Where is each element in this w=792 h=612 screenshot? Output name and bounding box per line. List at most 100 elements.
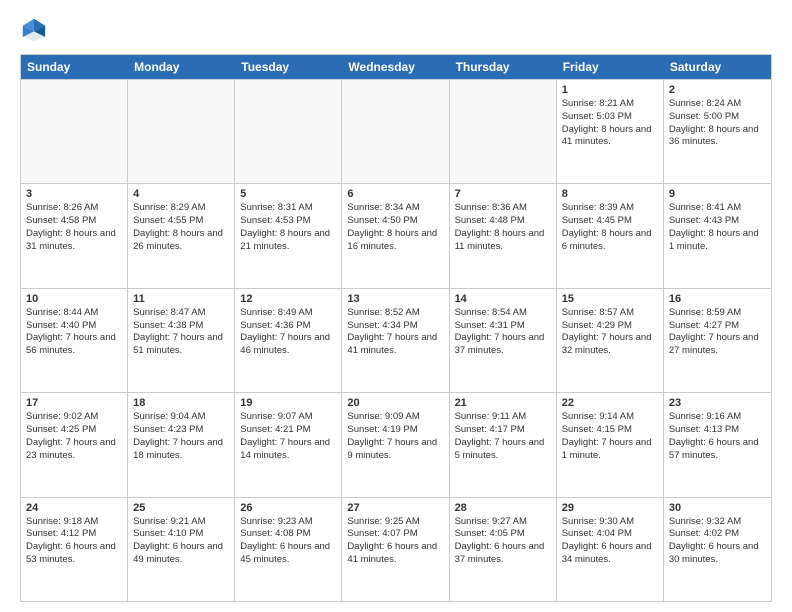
- day-number: 5: [240, 188, 336, 200]
- cal-cell: 28 Sunrise: 9:27 AMSunset: 4:05 PMDayligh…: [450, 498, 557, 601]
- header: [20, 16, 772, 44]
- cal-cell: 18 Sunrise: 9:04 AMSunset: 4:23 PMDayligh…: [128, 393, 235, 496]
- cal-week-4: 17 Sunrise: 9:02 AMSunset: 4:25 PMDayligh…: [21, 392, 771, 496]
- cal-cell: 7 Sunrise: 8:36 AMSunset: 4:48 PMDaylight…: [450, 184, 557, 287]
- cal-cell: [128, 80, 235, 183]
- cal-cell: 22Sunrise: 9:14 AMSunset: 4:15 PMDayligh…: [557, 393, 664, 496]
- day-info: Sunrise: 9:30 AMSunset: 4:04 PMDaylight:…: [562, 516, 658, 567]
- cal-cell: 11Sunrise: 8:47 AMSunset: 4:38 PMDayligh…: [128, 289, 235, 392]
- day-info: Sunrise: 8:54 AMSunset: 4:31 PMDaylight:…: [455, 307, 551, 358]
- cal-cell: [21, 80, 128, 183]
- cal-cell: 20 Sunrise: 9:09 AMSunset: 4:19 PMDayligh…: [342, 393, 449, 496]
- cal-cell: 14 Sunrise: 8:54 AMSunset: 4:31 PMDayligh…: [450, 289, 557, 392]
- day-number: 4: [133, 188, 229, 200]
- day-info: Sunrise: 9:09 AMSunset: 4:19 PMDaylight:…: [347, 411, 443, 462]
- cal-week-3: 10Sunrise: 8:44 AMSunset: 4:40 PMDayligh…: [21, 288, 771, 392]
- cal-cell: 23Sunrise: 9:16 AMSunset: 4:13 PMDayligh…: [664, 393, 771, 496]
- cal-cell: 30 Sunrise: 9:32 AMSunset: 4:02 PMDayligh…: [664, 498, 771, 601]
- cal-cell: 25 Sunrise: 9:21 AMSunset: 4:10 PMDayligh…: [128, 498, 235, 601]
- day-number: 15: [562, 293, 658, 305]
- cal-cell: 6 Sunrise: 8:34 AMSunset: 4:50 PMDaylight…: [342, 184, 449, 287]
- day-info: Sunrise: 9:04 AMSunset: 4:23 PMDaylight:…: [133, 411, 229, 462]
- day-info: Sunrise: 9:25 AMSunset: 4:07 PMDaylight:…: [347, 516, 443, 567]
- cal-cell: [450, 80, 557, 183]
- day-number: 29: [562, 502, 658, 514]
- logo-icon: [20, 16, 48, 44]
- cal-cell: 9 Sunrise: 8:41 AMSunset: 4:43 PMDaylight…: [664, 184, 771, 287]
- day-info: Sunrise: 8:26 AMSunset: 4:58 PMDaylight:…: [26, 202, 122, 253]
- day-info: Sunrise: 8:49 AMSunset: 4:36 PMDaylight:…: [240, 307, 336, 358]
- cal-cell: 2Sunrise: 8:24 AMSunset: 5:00 PMDaylight…: [664, 80, 771, 183]
- cal-header-friday: Friday: [557, 55, 664, 79]
- cal-header-saturday: Saturday: [664, 55, 771, 79]
- day-number: 6: [347, 188, 443, 200]
- cal-cell: 16Sunrise: 8:59 AMSunset: 4:27 PMDayligh…: [664, 289, 771, 392]
- day-number: 18: [133, 397, 229, 409]
- day-number: 9: [669, 188, 766, 200]
- cal-cell: [235, 80, 342, 183]
- day-info: Sunrise: 9:23 AMSunset: 4:08 PMDaylight:…: [240, 516, 336, 567]
- day-info: Sunrise: 8:41 AMSunset: 4:43 PMDaylight:…: [669, 202, 766, 253]
- day-number: 2: [669, 84, 766, 96]
- day-number: 28: [455, 502, 551, 514]
- cal-cell: 24Sunrise: 9:18 AMSunset: 4:12 PMDayligh…: [21, 498, 128, 601]
- day-info: Sunrise: 9:14 AMSunset: 4:15 PMDaylight:…: [562, 411, 658, 462]
- day-number: 17: [26, 397, 122, 409]
- day-number: 8: [562, 188, 658, 200]
- day-info: Sunrise: 9:21 AMSunset: 4:10 PMDaylight:…: [133, 516, 229, 567]
- calendar-header-row: SundayMondayTuesdayWednesdayThursdayFrid…: [21, 55, 771, 79]
- cal-header-tuesday: Tuesday: [235, 55, 342, 79]
- day-info: Sunrise: 8:29 AMSunset: 4:55 PMDaylight:…: [133, 202, 229, 253]
- cal-week-5: 24Sunrise: 9:18 AMSunset: 4:12 PMDayligh…: [21, 497, 771, 601]
- cal-cell: [342, 80, 449, 183]
- cal-week-2: 3 Sunrise: 8:26 AMSunset: 4:58 PMDaylight…: [21, 183, 771, 287]
- page: SundayMondayTuesdayWednesdayThursdayFrid…: [0, 0, 792, 612]
- cal-week-1: 1 Sunrise: 8:21 AMSunset: 5:03 PMDaylight…: [21, 79, 771, 183]
- day-number: 16: [669, 293, 766, 305]
- calendar-body: 1 Sunrise: 8:21 AMSunset: 5:03 PMDaylight…: [21, 79, 771, 601]
- day-info: Sunrise: 8:36 AMSunset: 4:48 PMDaylight:…: [455, 202, 551, 253]
- logo: [20, 16, 52, 44]
- day-number: 11: [133, 293, 229, 305]
- day-info: Sunrise: 8:34 AMSunset: 4:50 PMDaylight:…: [347, 202, 443, 253]
- day-number: 3: [26, 188, 122, 200]
- cal-cell: 15 Sunrise: 8:57 AMSunset: 4:29 PMDayligh…: [557, 289, 664, 392]
- day-number: 12: [240, 293, 336, 305]
- day-number: 19: [240, 397, 336, 409]
- cal-cell: 29 Sunrise: 9:30 AMSunset: 4:04 PMDayligh…: [557, 498, 664, 601]
- calendar: SundayMondayTuesdayWednesdayThursdayFrid…: [20, 54, 772, 602]
- day-number: 1: [562, 84, 658, 96]
- cal-cell: 13Sunrise: 8:52 AMSunset: 4:34 PMDayligh…: [342, 289, 449, 392]
- day-number: 27: [347, 502, 443, 514]
- day-number: 21: [455, 397, 551, 409]
- day-info: Sunrise: 8:39 AMSunset: 4:45 PMDaylight:…: [562, 202, 658, 253]
- day-number: 14: [455, 293, 551, 305]
- day-number: 30: [669, 502, 766, 514]
- day-info: Sunrise: 9:02 AMSunset: 4:25 PMDaylight:…: [26, 411, 122, 462]
- cal-cell: 3 Sunrise: 8:26 AMSunset: 4:58 PMDaylight…: [21, 184, 128, 287]
- day-number: 24: [26, 502, 122, 514]
- cal-cell: 8 Sunrise: 8:39 AMSunset: 4:45 PMDaylight…: [557, 184, 664, 287]
- day-number: 23: [669, 397, 766, 409]
- day-info: Sunrise: 8:21 AMSunset: 5:03 PMDaylight:…: [562, 98, 658, 149]
- day-info: Sunrise: 9:32 AMSunset: 4:02 PMDaylight:…: [669, 516, 766, 567]
- cal-cell: 1 Sunrise: 8:21 AMSunset: 5:03 PMDaylight…: [557, 80, 664, 183]
- day-number: 26: [240, 502, 336, 514]
- day-info: Sunrise: 9:27 AMSunset: 4:05 PMDaylight:…: [455, 516, 551, 567]
- cal-cell: 5 Sunrise: 8:31 AMSunset: 4:53 PMDaylight…: [235, 184, 342, 287]
- cal-cell: 19 Sunrise: 9:07 AMSunset: 4:21 PMDayligh…: [235, 393, 342, 496]
- day-number: 20: [347, 397, 443, 409]
- cal-cell: 10Sunrise: 8:44 AMSunset: 4:40 PMDayligh…: [21, 289, 128, 392]
- cal-cell: 4 Sunrise: 8:29 AMSunset: 4:55 PMDaylight…: [128, 184, 235, 287]
- day-info: Sunrise: 8:31 AMSunset: 4:53 PMDaylight:…: [240, 202, 336, 253]
- day-number: 10: [26, 293, 122, 305]
- day-info: Sunrise: 8:57 AMSunset: 4:29 PMDaylight:…: [562, 307, 658, 358]
- cal-header-monday: Monday: [128, 55, 235, 79]
- cal-cell: 26 Sunrise: 9:23 AMSunset: 4:08 PMDayligh…: [235, 498, 342, 601]
- day-info: Sunrise: 8:52 AMSunset: 4:34 PMDaylight:…: [347, 307, 443, 358]
- day-number: 7: [455, 188, 551, 200]
- cal-cell: 27 Sunrise: 9:25 AMSunset: 4:07 PMDayligh…: [342, 498, 449, 601]
- day-info: Sunrise: 9:11 AMSunset: 4:17 PMDaylight:…: [455, 411, 551, 462]
- day-info: Sunrise: 9:07 AMSunset: 4:21 PMDaylight:…: [240, 411, 336, 462]
- day-number: 25: [133, 502, 229, 514]
